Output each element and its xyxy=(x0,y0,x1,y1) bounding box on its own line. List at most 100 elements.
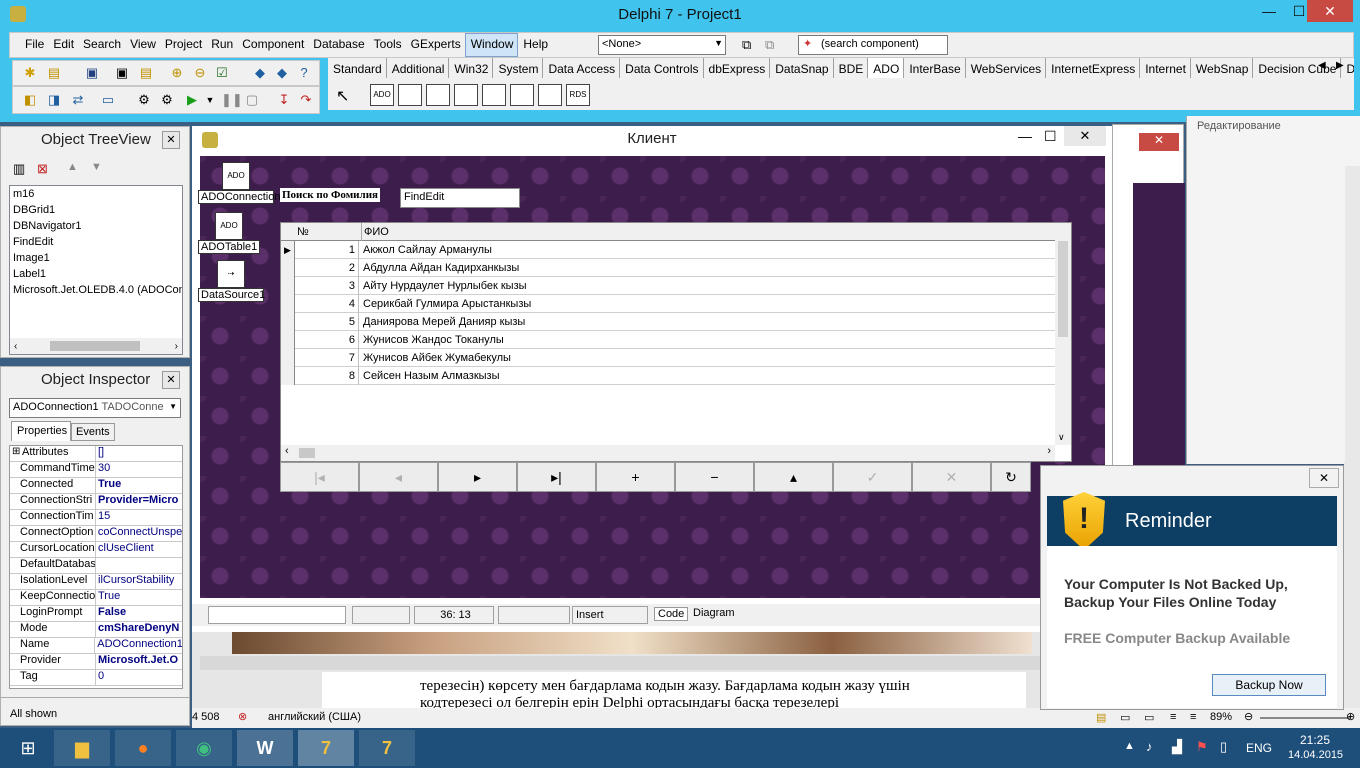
ado-query-icon[interactable] xyxy=(482,84,506,106)
menu-window[interactable]: Window xyxy=(464,33,519,57)
device-icon[interactable]: ▯ xyxy=(1220,739,1227,755)
menu-gexperts[interactable]: GExperts xyxy=(406,33,465,57)
cell-number[interactable]: 1 xyxy=(295,241,359,259)
dbgrid[interactable]: № ФИО ▶ 1 Акжол Сайлау Арманулы 2 Абдулла Ай… xyxy=(280,222,1072,462)
palette-tab-data-access[interactable]: Data Access xyxy=(543,58,621,78)
grid-hscrollbar[interactable]: ‹ › xyxy=(281,445,1055,461)
tree-item[interactable]: Microsoft.Jet.OLEDB.4.0 (ADOCon xyxy=(13,282,182,298)
table-row[interactable]: ▶ 1 Акжол Сайлау Арманулы xyxy=(281,241,1055,259)
zoom-in-icon[interactable]: ⊕ xyxy=(1346,710,1355,723)
property-value[interactable]: ADOConnection1 xyxy=(95,638,182,653)
datasource1-component[interactable]: ⇢ DataSource1 xyxy=(198,260,265,302)
table-row[interactable]: 8 Сейсен Назым Алмазкызы xyxy=(281,367,1055,385)
cell-fio[interactable]: Абдулла Айдан Кадирханкызы xyxy=(361,259,519,277)
tab-diagram[interactable]: Diagram xyxy=(690,607,738,619)
toggle-form-unit-icon[interactable]: ⇄ xyxy=(69,92,87,108)
scroll-right-icon[interactable]: › xyxy=(175,339,178,354)
clock-time[interactable]: 21:25 xyxy=(1300,733,1330,747)
step-over-icon[interactable]: ↷ xyxy=(297,92,315,108)
network-icon[interactable]: ▟ xyxy=(1172,739,1182,755)
property-row[interactable]: ConnectionStri Provider=Micro xyxy=(10,494,182,510)
form-close-button[interactable]: ✕ xyxy=(1064,126,1106,146)
outline-icon[interactable]: ≡ xyxy=(1170,711,1176,723)
tree-item[interactable]: DBGrid1 xyxy=(13,202,182,218)
print-layout-icon[interactable]: ▭ xyxy=(1120,711,1130,724)
start-button[interactable]: ⊞ xyxy=(0,730,56,766)
scroll-left-icon[interactable]: ‹ xyxy=(285,445,289,457)
property-value[interactable]: Provider=Micro xyxy=(96,494,178,509)
tab-events[interactable]: Events xyxy=(71,423,115,441)
cell-number[interactable]: 3 xyxy=(295,277,359,295)
run-icon[interactable]: ▶ xyxy=(183,92,201,108)
grid-header-number[interactable]: № xyxy=(297,223,309,241)
contents-book-icon[interactable]: ◆ xyxy=(273,65,291,81)
property-value[interactable]: True xyxy=(96,590,120,605)
web-layout-icon[interactable]: ▭ xyxy=(1144,711,1154,724)
component-search-input[interactable]: ✦ (search component) xyxy=(798,35,948,55)
component-list-icon[interactable]: ⧉ xyxy=(742,37,751,53)
cell-number[interactable]: 5 xyxy=(295,313,359,331)
remove-file-icon[interactable]: ⊖ xyxy=(191,65,209,81)
palette-tab-interbase[interactable]: InterBase xyxy=(904,58,966,78)
cell-number[interactable]: 2 xyxy=(295,259,359,277)
proofing-icon[interactable]: ⊗ xyxy=(238,710,247,723)
open-icon[interactable]: ▤ xyxy=(45,65,63,81)
palette-tab-websnap[interactable]: WebSnap xyxy=(1191,58,1254,78)
property-value[interactable]: ilCursorStability xyxy=(96,574,174,589)
tab-code[interactable]: Code xyxy=(654,607,689,621)
palette-tab-ado[interactable]: ADO xyxy=(868,58,905,78)
show-hidden-icons[interactable]: ▲ xyxy=(1124,740,1135,752)
backup-now-button[interactable]: Backup Now xyxy=(1212,674,1326,696)
bg-close-icon[interactable]: ✕ xyxy=(1139,133,1179,151)
table-row[interactable]: 3 Айту Нурдаулет Нурлыбек кызы xyxy=(281,277,1055,295)
palette-tab-webservices[interactable]: WebServices xyxy=(966,58,1047,78)
property-value[interactable]: 30 xyxy=(96,462,110,477)
nav-prior-button[interactable]: ◂ xyxy=(359,462,438,492)
firefox-icon[interactable]: ● xyxy=(115,730,171,766)
palette-scroll-left-icon[interactable]: ◀ xyxy=(1318,60,1326,71)
file-explorer-icon[interactable]: ▆ xyxy=(54,730,110,766)
property-value[interactable]: [] xyxy=(96,446,104,461)
property-value[interactable]: 15 xyxy=(96,510,110,525)
nav-post-button[interactable]: ✓ xyxy=(833,462,912,492)
tree-hscroll-thumb[interactable] xyxy=(50,341,140,351)
close-button[interactable]: ✕ xyxy=(1307,0,1353,22)
nav-first-button[interactable]: |◂ xyxy=(280,462,359,492)
table-row[interactable]: 7 Жунисов Айбек Жумабекулы xyxy=(281,349,1055,367)
move-up-icon[interactable]: ▲ xyxy=(67,161,78,173)
property-row[interactable]: ConnectOption coConnectUnspe xyxy=(10,526,182,542)
cell-fio[interactable]: Акжол Сайлау Арманулы xyxy=(361,241,492,259)
property-value[interactable]: clUseClient xyxy=(96,542,154,557)
nav-last-button[interactable]: ▸| xyxy=(517,462,596,492)
move-down-icon[interactable]: ▼ xyxy=(91,161,102,173)
cell-number[interactable]: 6 xyxy=(295,331,359,349)
checklist-icon[interactable]: ☑ xyxy=(213,65,231,81)
table-row[interactable]: 4 Серикбай Гулмира Арыстанкызы xyxy=(281,295,1055,313)
cell-fio[interactable]: Серикбай Гулмира Арыстанкызы xyxy=(361,295,531,313)
component-install-icon[interactable]: ⧉ xyxy=(765,37,774,53)
ado-stored-proc-icon[interactable] xyxy=(510,84,534,106)
nav-refresh-button[interactable]: ↻ xyxy=(991,462,1031,492)
menu-file[interactable]: File xyxy=(20,33,48,57)
word-icon[interactable]: W xyxy=(237,730,293,766)
property-row[interactable]: KeepConnectio True xyxy=(10,590,182,606)
menu-database[interactable]: Database xyxy=(308,33,368,57)
cell-fio[interactable]: Даниярова Мерей Данияр кызы xyxy=(361,313,525,331)
side-vscrollbar[interactable] xyxy=(1344,462,1360,708)
zoom-level[interactable]: 89% xyxy=(1210,711,1232,723)
property-value[interactable]: 0 xyxy=(96,670,104,685)
ado-command-icon[interactable] xyxy=(398,84,422,106)
reminder-close-icon[interactable]: ✕ xyxy=(1309,468,1339,488)
delphi-project-icon[interactable]: 7 xyxy=(359,730,415,766)
property-row[interactable]: Provider Microsoft.Jet.O xyxy=(10,654,182,670)
nav-delete-button[interactable]: − xyxy=(675,462,754,492)
nav-next-button[interactable]: ▸ xyxy=(438,462,517,492)
add-file-icon[interactable]: ⊕ xyxy=(168,65,186,81)
property-row[interactable]: Tag 0 xyxy=(10,670,182,686)
new-form-icon[interactable]: ▭ xyxy=(99,92,117,108)
language-tray[interactable]: ENG xyxy=(1246,741,1272,755)
menu-help[interactable]: Help xyxy=(518,33,552,57)
nav-cancel-button[interactable]: ✕ xyxy=(912,462,991,492)
property-row[interactable]: Attributes ⊞ [] xyxy=(10,446,182,462)
new-item-icon[interactable]: ▥ xyxy=(13,161,25,177)
